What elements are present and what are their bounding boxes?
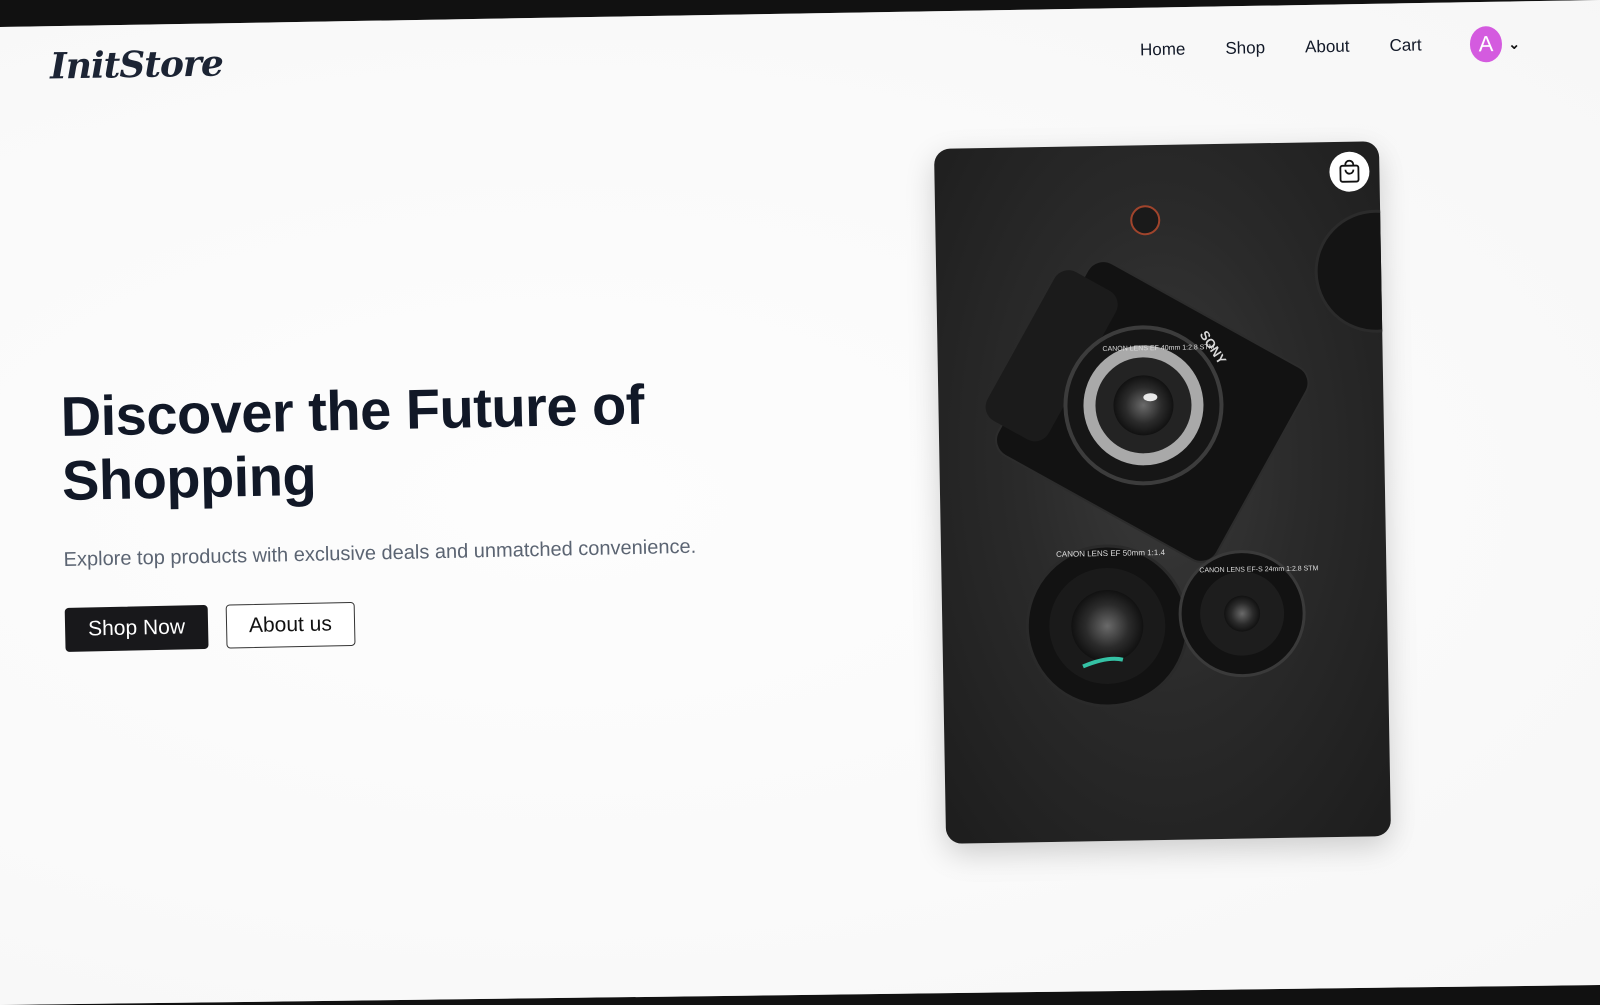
shop-now-button[interactable]: Shop Now bbox=[64, 604, 209, 652]
nav-cart[interactable]: Cart bbox=[1389, 35, 1421, 56]
lens3-text: CANON LENS EF-S 24mm 1:2.8 STM bbox=[1199, 565, 1318, 574]
chevron-down-icon[interactable]: ⌄ bbox=[1508, 35, 1520, 52]
hero-title-line2: Shopping bbox=[61, 443, 317, 512]
page: InitStore Home Shop About Cart A ⌄ Disco… bbox=[0, 0, 1600, 1005]
about-us-button[interactable]: About us bbox=[225, 601, 356, 649]
product-image-card[interactable]: SONY CANON LENS EF 50mm 1:1.4 CANON LENS… bbox=[933, 141, 1392, 844]
nav-shop[interactable]: Shop bbox=[1225, 38, 1265, 59]
avatar[interactable]: A bbox=[1469, 25, 1503, 63]
logo[interactable]: InitStore bbox=[50, 42, 224, 87]
shopping-bag-icon bbox=[1339, 159, 1360, 183]
hero-section: Discover the Future of Shopping Explore … bbox=[60, 370, 765, 652]
hero-subtitle: Explore top products with exclusive deal… bbox=[63, 535, 697, 571]
camera-image: SONY CANON LENS EF 50mm 1:1.4 CANON LENS… bbox=[985, 205, 1392, 708]
hero-title-line1: Discover the Future of bbox=[60, 372, 645, 448]
lens2-text: CANON LENS EF 50mm 1:1.4 bbox=[1056, 548, 1166, 559]
nav-home[interactable]: Home bbox=[1140, 40, 1186, 61]
hero-title: Discover the Future of Shopping bbox=[60, 370, 763, 513]
top-nav: Home Shop About Cart A ⌄ bbox=[1140, 19, 1521, 76]
nav-about[interactable]: About bbox=[1305, 37, 1350, 58]
